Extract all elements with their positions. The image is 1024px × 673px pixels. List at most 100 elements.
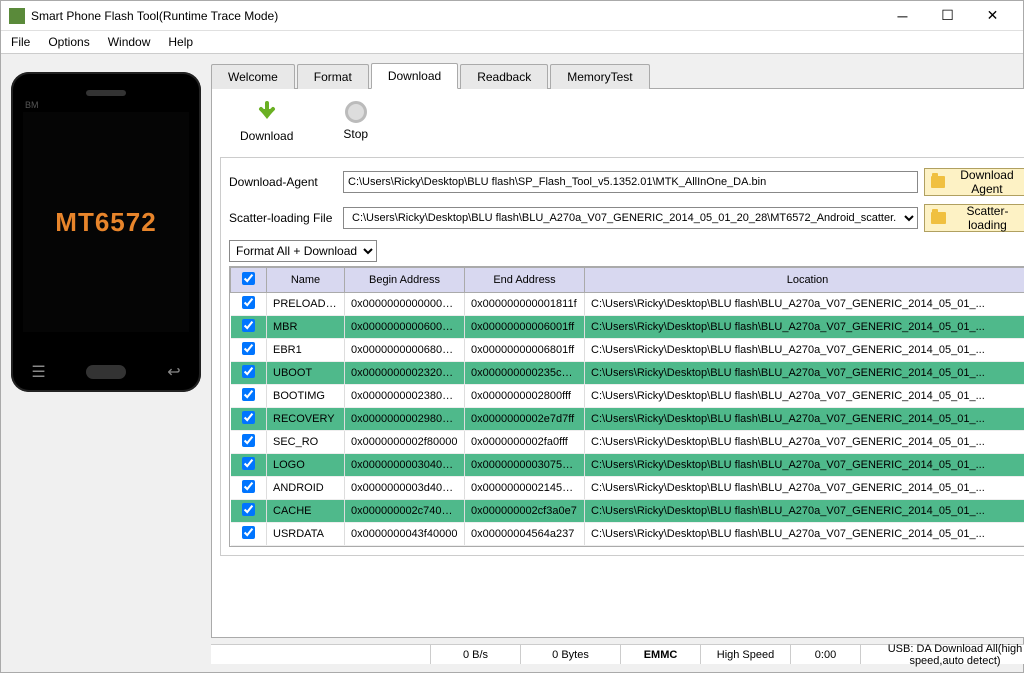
maximize-button[interactable]: ☐ <box>925 2 970 30</box>
scatter-row: Scatter-loading File C:\Users\Ricky\Desk… <box>229 204 1024 232</box>
row-checkbox[interactable] <box>242 480 255 493</box>
header-checkbox[interactable] <box>242 272 255 285</box>
row-check-cell <box>231 385 267 408</box>
back-icon: ↩ <box>167 362 180 382</box>
menu-icon: ☰ <box>31 362 45 382</box>
table-row[interactable]: USRDATA0x0000000043f400000x00000004564a2… <box>231 523 1024 546</box>
status-speed: 0 B/s <box>431 645 521 664</box>
scatter-browse-button[interactable]: Scatter-loading <box>924 204 1024 232</box>
phone-speaker-icon <box>86 90 126 96</box>
row-checkbox[interactable] <box>242 296 255 309</box>
table-row[interactable]: SEC_RO0x0000000002f800000x0000000002fa0f… <box>231 431 1024 454</box>
home-icon <box>86 365 126 379</box>
tab-memorytest[interactable]: MemoryTest <box>550 64 649 89</box>
scatter-label: Scatter-loading File <box>229 211 337 225</box>
header-location[interactable]: Location <box>585 268 1024 293</box>
table-row[interactable]: UBOOT0x00000000023200000x000000000235ce4… <box>231 362 1024 385</box>
row-location: C:\Users\Ricky\Desktop\BLU flash\BLU_A27… <box>585 500 1024 523</box>
row-end: 0x00000000030754e5 <box>465 454 585 477</box>
row-begin: 0x0000000002320000 <box>345 362 465 385</box>
row-check-cell <box>231 362 267 385</box>
mode-select[interactable]: Format All + Download <box>229 240 377 262</box>
tab-download[interactable]: Download <box>371 63 458 89</box>
row-begin: 0x0000000002380000 <box>345 385 465 408</box>
row-end: 0x0000000002145be7f <box>465 477 585 500</box>
file-section: Download-Agent Download Agent Scatter-lo… <box>220 157 1024 556</box>
table-row[interactable]: MBR0x00000000006000000x00000000006001ffC… <box>231 316 1024 339</box>
row-location: C:\Users\Ricky\Desktop\BLU flash\BLU_A27… <box>585 316 1024 339</box>
table-row[interactable]: ANDROID0x0000000003d400000x0000000002145… <box>231 477 1024 500</box>
row-name: CACHE <box>267 500 345 523</box>
action-bar: Download Stop <box>220 97 1024 151</box>
row-checkbox[interactable] <box>242 503 255 516</box>
header-check <box>231 268 267 293</box>
tab-welcome[interactable]: Welcome <box>211 64 295 89</box>
da-browse-button[interactable]: Download Agent <box>924 168 1024 196</box>
row-checkbox[interactable] <box>242 411 255 424</box>
row-checkbox[interactable] <box>242 365 255 378</box>
table-body: PRELOADER0x00000000000000000x00000000000… <box>231 293 1024 546</box>
row-check-cell <box>231 431 267 454</box>
status-time: 0:00 <box>791 645 861 664</box>
header-begin[interactable]: Begin Address <box>345 268 465 293</box>
table-row[interactable]: EBR10x00000000006800000x00000000006801ff… <box>231 339 1024 362</box>
menu-file[interactable]: File <box>11 35 30 49</box>
row-checkbox[interactable] <box>242 342 255 355</box>
status-usb: USB: DA Download All(high speed,auto det… <box>861 645 1024 664</box>
header-name[interactable]: Name <box>267 268 345 293</box>
row-location: C:\Users\Ricky\Desktop\BLU flash\BLU_A27… <box>585 293 1024 316</box>
row-location: C:\Users\Ricky\Desktop\BLU flash\BLU_A27… <box>585 431 1024 454</box>
row-location: C:\Users\Ricky\Desktop\BLU flash\BLU_A27… <box>585 454 1024 477</box>
row-location: C:\Users\Ricky\Desktop\BLU flash\BLU_A27… <box>585 339 1024 362</box>
row-begin: 0x0000000043f40000 <box>345 523 465 546</box>
row-checkbox[interactable] <box>242 319 255 332</box>
row-end: 0x000000000001811f <box>465 293 585 316</box>
row-checkbox[interactable] <box>242 457 255 470</box>
download-button[interactable]: Download <box>240 101 293 143</box>
row-end: 0x0000000002fa0fff <box>465 431 585 454</box>
header-end[interactable]: End Address <box>465 268 585 293</box>
tab-format[interactable]: Format <box>297 64 369 89</box>
row-checkbox[interactable] <box>242 434 255 447</box>
minimize-button[interactable]: ─ <box>880 2 925 30</box>
row-begin: 0x0000000003040000 <box>345 454 465 477</box>
status-bytes: 0 Bytes <box>521 645 621 664</box>
close-button[interactable]: ✕ <box>970 2 1015 30</box>
menu-options[interactable]: Options <box>48 35 89 49</box>
table-row[interactable]: CACHE0x000000002c7400000x000000002cf3a0e… <box>231 500 1024 523</box>
row-check-cell <box>231 523 267 546</box>
tab-readback[interactable]: Readback <box>460 64 548 89</box>
table-row[interactable]: PRELOADER0x00000000000000000x00000000000… <box>231 293 1024 316</box>
window-title: Smart Phone Flash Tool(Runtime Trace Mod… <box>31 9 880 23</box>
row-location: C:\Users\Ricky\Desktop\BLU flash\BLU_A27… <box>585 385 1024 408</box>
da-input[interactable] <box>343 171 918 193</box>
row-end: 0x0000000002e7d7ff <box>465 408 585 431</box>
status-storage: EMMC <box>621 645 701 664</box>
menu-window[interactable]: Window <box>108 35 151 49</box>
stop-icon <box>345 101 367 123</box>
row-name: MBR <box>267 316 345 339</box>
row-name: LOGO <box>267 454 345 477</box>
mode-row: Format All + Download <box>229 240 1024 262</box>
row-location: C:\Users\Ricky\Desktop\BLU flash\BLU_A27… <box>585 362 1024 385</box>
row-end: 0x00000000006001ff <box>465 316 585 339</box>
row-location: C:\Users\Ricky\Desktop\BLU flash\BLU_A27… <box>585 523 1024 546</box>
row-checkbox[interactable] <box>242 526 255 539</box>
tabstrip: Welcome Format Download Readback MemoryT… <box>211 62 1024 89</box>
row-end: 0x00000000006801ff <box>465 339 585 362</box>
folder-icon <box>931 212 946 224</box>
left-pane: BM MT6572 ☰ ↩ <box>1 54 211 672</box>
table-row[interactable]: BOOTIMG0x00000000023800000x0000000002800… <box>231 385 1024 408</box>
row-checkbox[interactable] <box>242 388 255 401</box>
row-location: C:\Users\Ricky\Desktop\BLU flash\BLU_A27… <box>585 408 1024 431</box>
row-name: EBR1 <box>267 339 345 362</box>
row-begin: 0x0000000000000000 <box>345 293 465 316</box>
stop-button[interactable]: Stop <box>343 101 368 143</box>
scatter-select[interactable]: C:\Users\Ricky\Desktop\BLU flash\BLU_A27… <box>343 207 918 229</box>
row-name: BOOTIMG <box>267 385 345 408</box>
row-end: 0x000000002cf3a0e7 <box>465 500 585 523</box>
table-row[interactable]: LOGO0x00000000030400000x00000000030754e5… <box>231 454 1024 477</box>
table-row[interactable]: RECOVERY0x00000000029800000x0000000002e7… <box>231 408 1024 431</box>
phone-graphic: BM MT6572 ☰ ↩ <box>11 72 201 392</box>
menu-help[interactable]: Help <box>168 35 193 49</box>
